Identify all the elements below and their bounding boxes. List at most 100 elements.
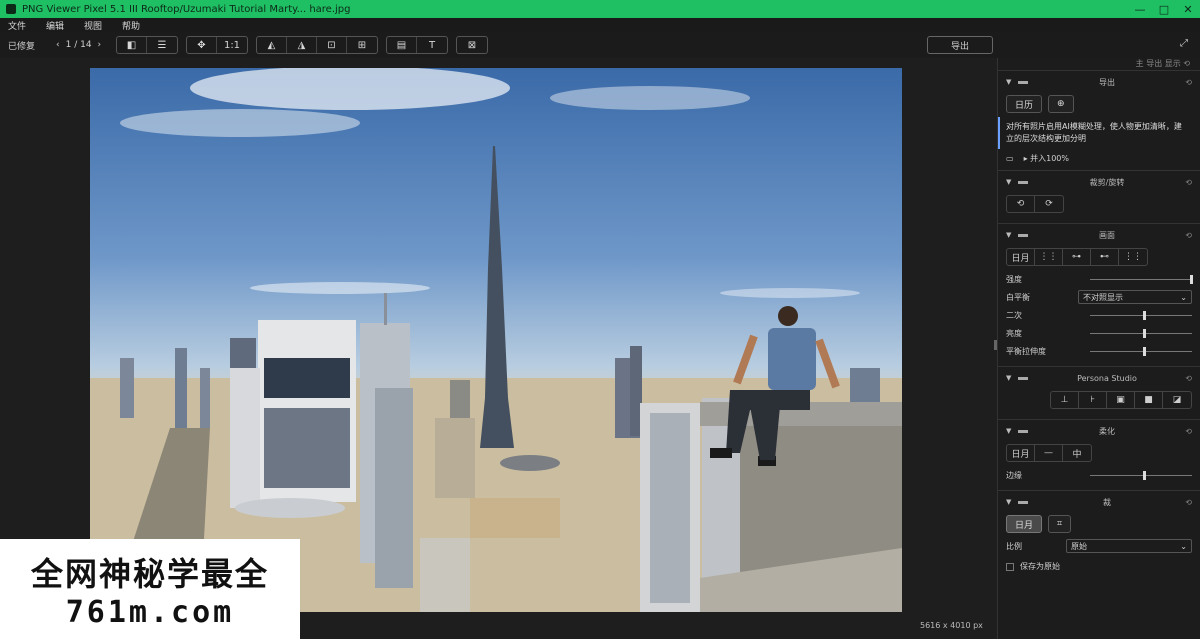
rotate-left-button[interactable]: ⊡	[317, 37, 347, 53]
persona-icon-5[interactable]: ◪	[1163, 392, 1191, 408]
wb-value: 不对照显示	[1083, 292, 1123, 302]
ratio-select[interactable]: 原始 ⌄	[1066, 539, 1192, 553]
actual-size-button[interactable]: 1:1	[217, 37, 247, 53]
section-title: 导出	[1099, 77, 1115, 87]
mode-split-icon[interactable]: ⊷	[1091, 249, 1119, 265]
text-button[interactable]: T	[417, 37, 447, 53]
info-button[interactable]: ▤	[387, 37, 417, 53]
checkbox-box[interactable]	[1006, 562, 1014, 571]
soften-center-icon[interactable]: 中	[1063, 445, 1091, 461]
persona-icon-3[interactable]: ▣	[1107, 392, 1135, 408]
reset-icon[interactable]: ⟲	[1180, 498, 1192, 507]
chevron-down-icon[interactable]: ▼	[1006, 498, 1018, 506]
strength-slider[interactable]	[1090, 274, 1193, 284]
second-slider[interactable]	[1090, 310, 1192, 320]
settings-button[interactable]: ⊠	[457, 37, 487, 53]
section-header[interactable]: ▼ 导出 ⟲	[1006, 75, 1192, 89]
move-tool-button[interactable]: ✥	[187, 37, 217, 53]
keep-original-checkbox[interactable]: 保存为原始	[1006, 561, 1192, 572]
slider-knob[interactable]	[1143, 470, 1147, 480]
image-size-label: 5616 x 4010 px	[920, 621, 983, 630]
mode-day-icon[interactable]: 日月	[1007, 249, 1035, 265]
section-header[interactable]: ▼ Persona Studio ⟲	[1006, 371, 1192, 385]
compare-view-button[interactable]: ◧	[117, 37, 147, 53]
reset-icon[interactable]: ⟲	[1180, 78, 1192, 87]
mode-link-icon[interactable]: ⊶	[1063, 249, 1091, 265]
next-page-button[interactable]: ›	[98, 40, 102, 50]
file-row[interactable]: ▭ ▸ 并入100%	[1006, 153, 1192, 164]
chevron-down-icon[interactable]: ▼	[1006, 231, 1018, 239]
section-header[interactable]: ▼ 画面 ⟲	[1006, 228, 1192, 242]
wb-select[interactable]: 不对照显示 ⌄	[1078, 290, 1192, 304]
reset-icon[interactable]: ⟲	[1180, 374, 1192, 383]
reset-icon[interactable]: ⟲	[1180, 427, 1192, 436]
flip-h-button[interactable]: ◭	[257, 37, 287, 53]
section-title: 柔化	[1099, 426, 1115, 436]
brightness-row: 亮度	[1006, 324, 1192, 342]
chevron-down-icon[interactable]: ▼	[1006, 178, 1018, 186]
persona-icon-4[interactable]: ■	[1135, 392, 1163, 408]
close-button[interactable]: ✕	[1176, 3, 1200, 16]
section-bar-icon	[1018, 80, 1028, 84]
mode-label[interactable]: 已修复	[8, 39, 48, 52]
watermark: 全网神秘学最全 761m.com	[0, 539, 300, 639]
chevron-down-icon[interactable]: ▼	[1006, 427, 1018, 435]
reset-icon[interactable]: ⟲	[1180, 231, 1192, 240]
soften-day-icon[interactable]: 日月	[1007, 445, 1035, 461]
edge-slider[interactable]	[1090, 470, 1192, 480]
section-header[interactable]: ▼ 裁剪/旋转 ⟲	[1006, 175, 1192, 189]
chevron-down-icon[interactable]: ▼	[1006, 374, 1018, 382]
edge-label: 边缘	[1006, 470, 1022, 480]
slider-knob[interactable]	[1143, 346, 1147, 356]
brightness-slider[interactable]	[1090, 328, 1192, 338]
rotate-right-icon[interactable]: ⟳	[1035, 196, 1063, 212]
chevron-down-icon[interactable]: ▼	[1006, 78, 1018, 86]
maximize-button[interactable]: □	[1152, 3, 1176, 16]
wb-row: 白平衡 不对照显示 ⌄	[1006, 288, 1192, 306]
mode-dots-icon[interactable]: ⋮⋮	[1119, 249, 1147, 265]
export-face-button[interactable]: ⊕	[1048, 95, 1074, 113]
checkbox-label: 保存为原始	[1020, 562, 1060, 571]
section-header[interactable]: ▼ 裁 ⟲	[1006, 495, 1192, 509]
watermark-line2: 761m.com	[65, 594, 235, 630]
watermark-line1: 全网神秘学最全	[30, 554, 269, 593]
section-export: ▼ 导出 ⟲ 日历 ⊕ 对所有照片启用AI模糊处理，使人物更加清晰，建立的层次结…	[998, 70, 1200, 170]
button-row: 日历 ⊕	[1006, 95, 1192, 113]
crop-icon[interactable]: ⌗	[1048, 515, 1072, 533]
folder-icon[interactable]: ▭	[1006, 154, 1014, 163]
rotate-left-icon[interactable]: ⟲	[1007, 196, 1035, 212]
cut-day-button[interactable]: 日月	[1006, 515, 1043, 533]
prev-page-button[interactable]: ‹	[56, 40, 60, 50]
slider-knob[interactable]	[1143, 310, 1147, 320]
stretch-row: 平衡拉伸度	[1006, 342, 1192, 360]
list-view-button[interactable]: ☰	[147, 37, 177, 53]
menu-help[interactable]: 帮助	[122, 19, 140, 32]
soften-line-icon[interactable]: —	[1035, 445, 1063, 461]
persona-icon-2[interactable]: ⊦	[1079, 392, 1107, 408]
menu-edit[interactable]: 编辑	[46, 19, 64, 32]
toolbar: 已修复 ‹ 1 / 14 › ◧ ☰ ✥ 1:1 ◭ ◮ ⊡ ⊞ ▤ T ⊠ 导…	[0, 32, 1200, 58]
stretch-slider[interactable]	[1090, 346, 1192, 356]
minimize-button[interactable]: —	[1128, 3, 1152, 16]
menu-view[interactable]: 视图	[84, 19, 102, 32]
section-header[interactable]: ▼ 柔化 ⟲	[1006, 424, 1192, 438]
persona-icon-1[interactable]: ⊥	[1051, 392, 1079, 408]
menu-file[interactable]: 文件	[8, 19, 26, 32]
panel-top-actions[interactable]: 主 导出 显示 ⟲	[998, 58, 1200, 70]
soften-strip: 日月 — 中	[1006, 444, 1092, 462]
photo-view[interactable]	[90, 68, 902, 612]
collapse-icon[interactable]: ⤢	[1180, 38, 1188, 49]
flip-v-button[interactable]: ◮	[287, 37, 317, 53]
slider-knob[interactable]	[1189, 274, 1193, 284]
section-title: 裁	[1103, 497, 1111, 507]
persona-strip: ⊥ ⊦ ▣ ■ ◪	[1050, 391, 1192, 409]
adjust-panel: 主 导出 显示 ⟲ ▼ 导出 ⟲ 日历 ⊕ 对所有照片启用AI模糊处理，使人物更…	[997, 58, 1200, 639]
reset-icon[interactable]: ⟲	[1180, 178, 1192, 187]
mode-grid-icon[interactable]: ⋮⋮	[1035, 249, 1063, 265]
strength-label: 强度	[1006, 274, 1022, 284]
export-button[interactable]: 导出	[927, 36, 993, 54]
slider-knob[interactable]	[1143, 328, 1147, 338]
export-date-button[interactable]: 日历	[1006, 95, 1043, 113]
soften-buttons: 日月 — 中	[1006, 444, 1192, 462]
rotate-right-button[interactable]: ⊞	[347, 37, 377, 53]
